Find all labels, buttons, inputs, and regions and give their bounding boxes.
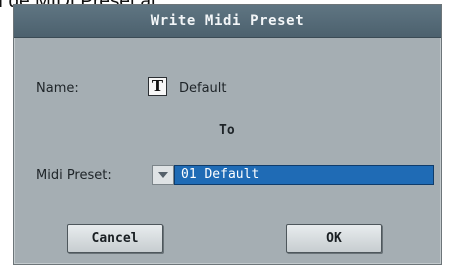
ok-button[interactable]: OK bbox=[286, 224, 382, 253]
midi-preset-label: Midi Preset: bbox=[36, 168, 112, 183]
write-midi-preset-dialog: Write Midi Preset Name: T Default To Mid… bbox=[13, 4, 442, 265]
name-label: Name: bbox=[36, 81, 79, 96]
dialog-titlebar: Write Midi Preset bbox=[14, 5, 441, 38]
cancel-button[interactable]: Cancel bbox=[67, 224, 163, 253]
dropdown-arrow-icon[interactable] bbox=[152, 165, 174, 185]
midi-preset-select[interactable]: 01 Default bbox=[174, 165, 434, 185]
text-edit-icon[interactable]: T bbox=[148, 77, 167, 96]
dialog-title: Write Midi Preset bbox=[150, 13, 305, 29]
name-value[interactable]: Default bbox=[179, 81, 227, 96]
to-label: To bbox=[219, 123, 235, 138]
